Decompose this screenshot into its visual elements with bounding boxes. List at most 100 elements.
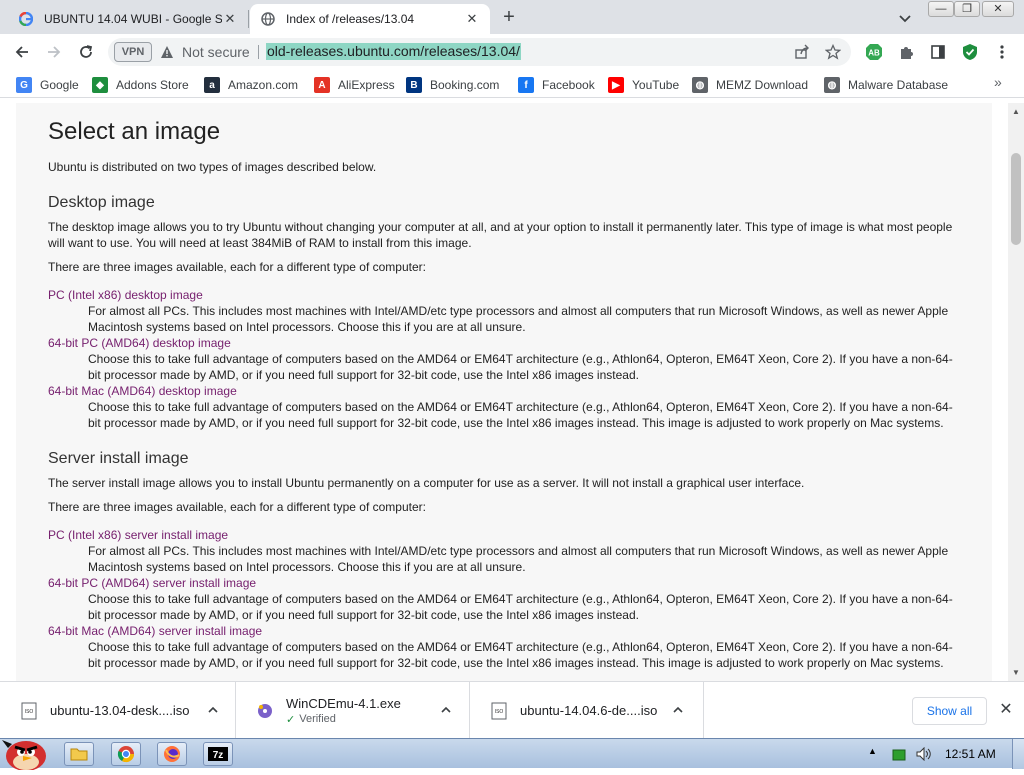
volume-tray-icon[interactable] bbox=[916, 746, 932, 766]
image-description: Choose this to take full advantage of co… bbox=[88, 640, 953, 670]
chevron-up-icon[interactable] bbox=[438, 702, 454, 718]
back-button[interactable] bbox=[10, 40, 34, 64]
svg-text:7z: 7z bbox=[213, 750, 224, 761]
download-item-wincdemu[interactable]: WinCDEmu-4.1.exe ✓ Verified bbox=[236, 682, 470, 739]
reload-button[interactable] bbox=[74, 40, 98, 64]
bookmark-4[interactable]: B Booking.com bbox=[406, 76, 499, 94]
minimize-button[interactable]: — bbox=[928, 1, 954, 17]
image-download-link[interactable]: 64-bit Mac (AMD64) desktop image bbox=[48, 383, 960, 399]
7zip-icon[interactable]: 7z bbox=[203, 742, 233, 766]
bookmark-0[interactable]: G Google bbox=[16, 76, 79, 94]
section-list-intro: There are three images available, each f… bbox=[48, 260, 426, 274]
image-download-link[interactable]: 64-bit PC (AMD64) desktop image bbox=[48, 335, 960, 351]
bookmark-2[interactable]: a Amazon.com bbox=[204, 76, 298, 94]
iso-file-icon: ISO bbox=[20, 701, 38, 721]
file-explorer-icon[interactable] bbox=[64, 742, 94, 766]
section-description: The desktop image allows you to try Ubun… bbox=[48, 220, 953, 250]
vertical-scrollbar[interactable]: ▲ ▼ bbox=[1008, 103, 1024, 681]
aliexpress-icon: A bbox=[314, 77, 330, 93]
browser-menu-icon[interactable] bbox=[992, 42, 1012, 62]
extensions-puzzle-icon[interactable] bbox=[896, 42, 916, 62]
new-tab-button[interactable]: + bbox=[498, 7, 520, 29]
vpn-button[interactable]: VPN bbox=[114, 42, 152, 62]
bookmark-3[interactable]: A AliExpress bbox=[314, 76, 395, 94]
download-status: Verified bbox=[299, 713, 336, 725]
image-description: Choose this to take full advantage of co… bbox=[88, 352, 953, 382]
restore-button[interactable]: ❐ bbox=[954, 1, 980, 17]
image-download-link[interactable]: PC (Intel x86) desktop image bbox=[48, 287, 960, 303]
bookmark-label: Amazon.com bbox=[228, 78, 299, 92]
page-intro: Ubuntu is distributed on two types of im… bbox=[48, 160, 377, 174]
show-all-downloads-button[interactable]: Show all bbox=[912, 697, 987, 725]
downloads-bar: ISO ubuntu-13.04-desk....iso WinCDEmu-4.… bbox=[0, 681, 1024, 739]
globe-icon: ◍ bbox=[824, 77, 840, 93]
tab-google-search[interactable]: UBUNTU 14.04 WUBI - Google Se ✕ bbox=[8, 4, 248, 34]
bookmark-star-icon[interactable] bbox=[824, 43, 842, 61]
bookmark-6[interactable]: ▶ YouTube bbox=[608, 76, 679, 94]
bookmark-label: Facebook bbox=[542, 78, 595, 92]
windows-taskbar: 7z ▲ 12:51 AM bbox=[0, 738, 1024, 771]
download-item-ubuntu-14-04[interactable]: ISO ubuntu-14.04.6-de....iso bbox=[470, 682, 704, 739]
firefox-icon[interactable] bbox=[157, 742, 187, 766]
bookmark-label: MEMZ Download bbox=[716, 78, 809, 92]
image-download-link[interactable]: 64-bit Mac (AMD64) server install image bbox=[48, 623, 960, 639]
window-close-button[interactable]: ✕ bbox=[982, 1, 1014, 17]
download-filename: WinCDEmu-4.1.exe bbox=[286, 695, 401, 711]
adblock-extension-icon[interactable]: AB bbox=[864, 42, 884, 62]
bookmark-7[interactable]: ◍ MEMZ Download bbox=[692, 76, 808, 94]
bookmark-8[interactable]: ◍ Malware Database bbox=[824, 76, 948, 94]
image-entry: PC (Intel x86) server install image For a… bbox=[48, 527, 960, 575]
scroll-up-arrow-icon[interactable]: ▲ bbox=[1012, 107, 1020, 116]
tray-expand-icon[interactable]: ▲ bbox=[868, 746, 877, 756]
chevron-up-icon[interactable] bbox=[670, 702, 686, 718]
svg-text:ISO: ISO bbox=[25, 709, 34, 715]
bookmark-label: YouTube bbox=[632, 78, 680, 92]
scroll-down-arrow-icon[interactable]: ▼ bbox=[1012, 668, 1020, 677]
image-download-link[interactable]: 64-bit PC (AMD64) server install image bbox=[48, 575, 960, 591]
tab-title: UBUNTU 14.04 WUBI - Google Se bbox=[44, 12, 222, 26]
google-icon bbox=[18, 11, 34, 27]
bookmark-1[interactable]: ◆ Addons Store bbox=[92, 76, 189, 94]
address-bar[interactable]: VPN Not secure old-releases.ubuntu.com/r… bbox=[108, 38, 851, 66]
close-tab-icon[interactable]: ✕ bbox=[222, 11, 238, 27]
security-status-text[interactable]: Not secure bbox=[182, 44, 250, 60]
bookmark-label: Booking.com bbox=[430, 78, 500, 92]
page-viewport: Select an image Ubuntu is distributed on… bbox=[0, 103, 1024, 681]
tab-search-chevron-icon[interactable] bbox=[895, 8, 915, 28]
iso-file-icon: ISO bbox=[490, 701, 508, 721]
image-entry: 64-bit Mac (AMD64) desktop image Choose t… bbox=[48, 383, 960, 431]
booking-icon: B bbox=[406, 77, 422, 93]
section-description: The server install image allows you to i… bbox=[48, 476, 805, 490]
bookmark-label: Addons Store bbox=[116, 78, 189, 92]
bookmark-label: Google bbox=[40, 78, 79, 92]
image-download-link[interactable]: PC (Intel x86) server install image bbox=[48, 527, 960, 543]
share-icon[interactable] bbox=[793, 43, 811, 61]
tab-releases-index[interactable]: Index of /releases/13.04 ✕ bbox=[250, 4, 490, 34]
browser-toolbar: VPN Not secure old-releases.ubuntu.com/r… bbox=[0, 34, 1024, 70]
side-panel-icon[interactable] bbox=[928, 42, 948, 62]
tab-strip: UBUNTU 14.04 WUBI - Google Se ✕ Index of… bbox=[0, 0, 1024, 34]
tray-clock[interactable]: 12:51 AM bbox=[945, 747, 996, 761]
chevron-up-icon[interactable] bbox=[205, 702, 221, 718]
close-tab-icon[interactable]: ✕ bbox=[464, 11, 480, 27]
scrollbar-thumb[interactable] bbox=[1011, 153, 1021, 245]
close-downloads-bar-icon[interactable]: ✕ bbox=[998, 702, 1014, 718]
svg-text:AB: AB bbox=[868, 49, 880, 58]
forward-button[interactable] bbox=[42, 40, 66, 64]
chrome-icon[interactable] bbox=[111, 742, 141, 766]
back-arrow-icon bbox=[15, 46, 28, 58]
image-entry: PC (Intel x86) desktop image For almost a… bbox=[48, 287, 960, 335]
more-bookmarks-icon[interactable]: » bbox=[994, 74, 1002, 90]
download-filename: ubuntu-14.04.6-de....iso bbox=[520, 703, 658, 718]
url-input[interactable]: old-releases.ubuntu.com/releases/13.04/ bbox=[266, 43, 521, 60]
wincdemu-icon bbox=[256, 701, 274, 721]
bookmark-5[interactable]: f Facebook bbox=[518, 76, 595, 94]
image-entry: 64-bit PC (AMD64) desktop image Choose th… bbox=[48, 335, 960, 383]
section-heading: Server install image bbox=[48, 450, 189, 467]
show-desktop-button[interactable] bbox=[1012, 739, 1024, 769]
download-filename: ubuntu-13.04-desk....iso bbox=[50, 703, 190, 718]
start-button-angry-bird-icon[interactable] bbox=[2, 730, 50, 771]
battery-tray-icon[interactable] bbox=[892, 748, 906, 766]
url-divider bbox=[258, 45, 259, 59]
security-shield-icon[interactable] bbox=[960, 42, 980, 62]
